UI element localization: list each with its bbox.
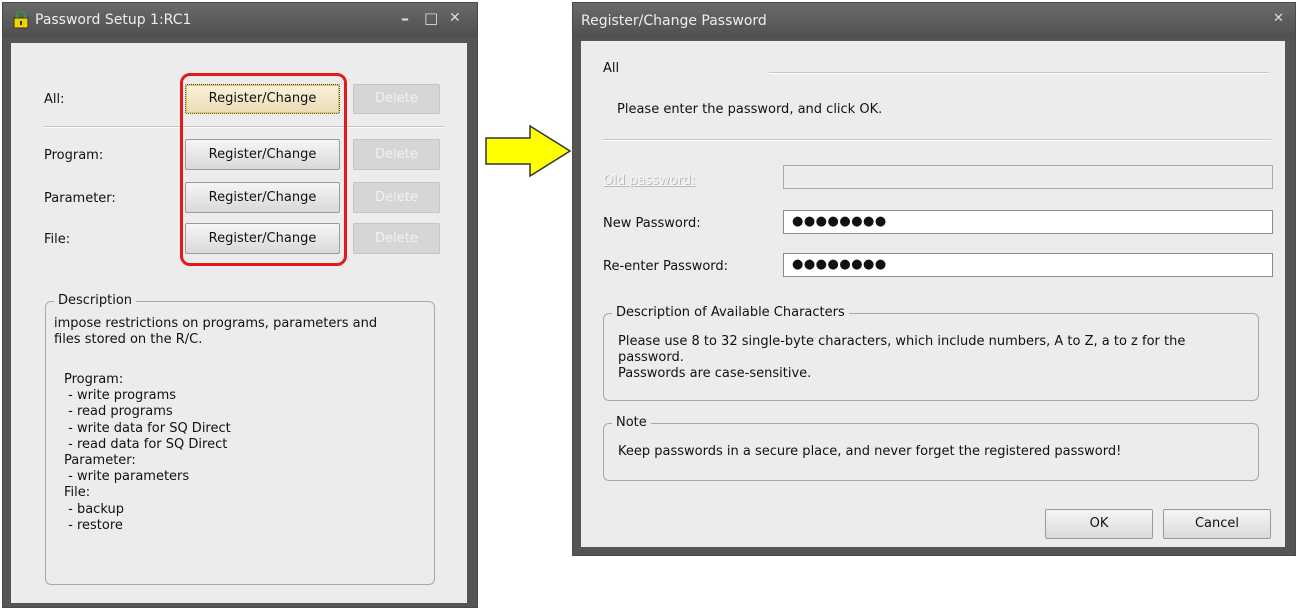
highlight-box [180,73,347,266]
section-label: All [603,61,620,76]
note-legend: Note [612,415,651,430]
file-delete-label: Delete [375,231,418,246]
cancel-label: Cancel [1194,516,1240,531]
ok-label: OK [1089,516,1109,531]
parameter-label: Parameter: [44,191,116,206]
dialog-title: Register/Change Password [581,13,767,29]
dialog-title-bar[interactable]: Register/Change Password ✕ [573,3,1295,39]
description-details: Program: - write programs - read program… [64,372,231,533]
lock-icon [13,11,29,29]
available-characters-text: Please use 8 to 32 single-byte character… [618,334,1186,381]
parameter-delete-button[interactable]: Delete [353,182,440,213]
close-icon[interactable]: ✕ [449,10,461,26]
arrow-right-icon [485,124,572,178]
window-title: Password Setup 1:RC1 [35,12,192,28]
instruction-divider [603,139,1271,141]
password-setup-window: Password Setup 1:RC1 – □ ✕ All: Register… [2,2,478,608]
program-delete-button[interactable]: Delete [353,139,440,170]
file-label: File: [44,232,71,247]
reenter-password-field[interactable]: ●●●●●●●● [783,253,1273,277]
note-group: Note Keep passwords in a secure place, a… [603,415,1259,481]
new-password-value: ●●●●●●●● [792,214,887,229]
password-setup-body: All: Register/Change Delete Program: Reg… [11,43,467,603]
available-characters-group: Description of Available Characters Plea… [603,305,1259,401]
all-delete-label: Delete [375,91,418,106]
instruction-text: Please enter the password, and click OK. [617,102,883,117]
all-delete-button[interactable]: Delete [353,84,440,114]
close-icon[interactable]: ✕ [1273,11,1284,26]
new-password-label: New Password: [603,216,701,231]
description-group: Description impose restrictions on progr… [45,293,435,585]
new-password-field[interactable]: ●●●●●●●● [783,210,1273,234]
section-divider [769,72,1269,74]
dialog-body: All Please enter the password, and click… [581,41,1285,547]
description-legend: Description [54,293,137,308]
title-bar[interactable]: Password Setup 1:RC1 – □ ✕ [3,3,477,37]
register-change-password-dialog: Register/Change Password ✕ All Please en… [572,2,1296,556]
old-password-label: Old password: [603,173,696,188]
minimize-icon[interactable]: – [401,9,409,28]
maximize-icon[interactable]: □ [424,9,438,27]
all-label: All: [44,92,65,107]
program-label: Program: [44,148,104,163]
parameter-delete-label: Delete [375,190,418,205]
program-delete-label: Delete [375,147,418,162]
ok-button[interactable]: OK [1045,509,1153,539]
note-text: Keep passwords in a secure place, and ne… [618,444,1122,459]
reenter-password-value: ●●●●●●●● [792,257,887,272]
description-intro: impose restrictions on programs, paramet… [54,316,378,347]
cancel-button[interactable]: Cancel [1163,509,1271,539]
available-characters-legend: Description of Available Characters [612,305,849,320]
old-password-field[interactable] [783,165,1273,189]
file-delete-button[interactable]: Delete [353,223,440,254]
reenter-password-label: Re-enter Password: [603,259,729,274]
